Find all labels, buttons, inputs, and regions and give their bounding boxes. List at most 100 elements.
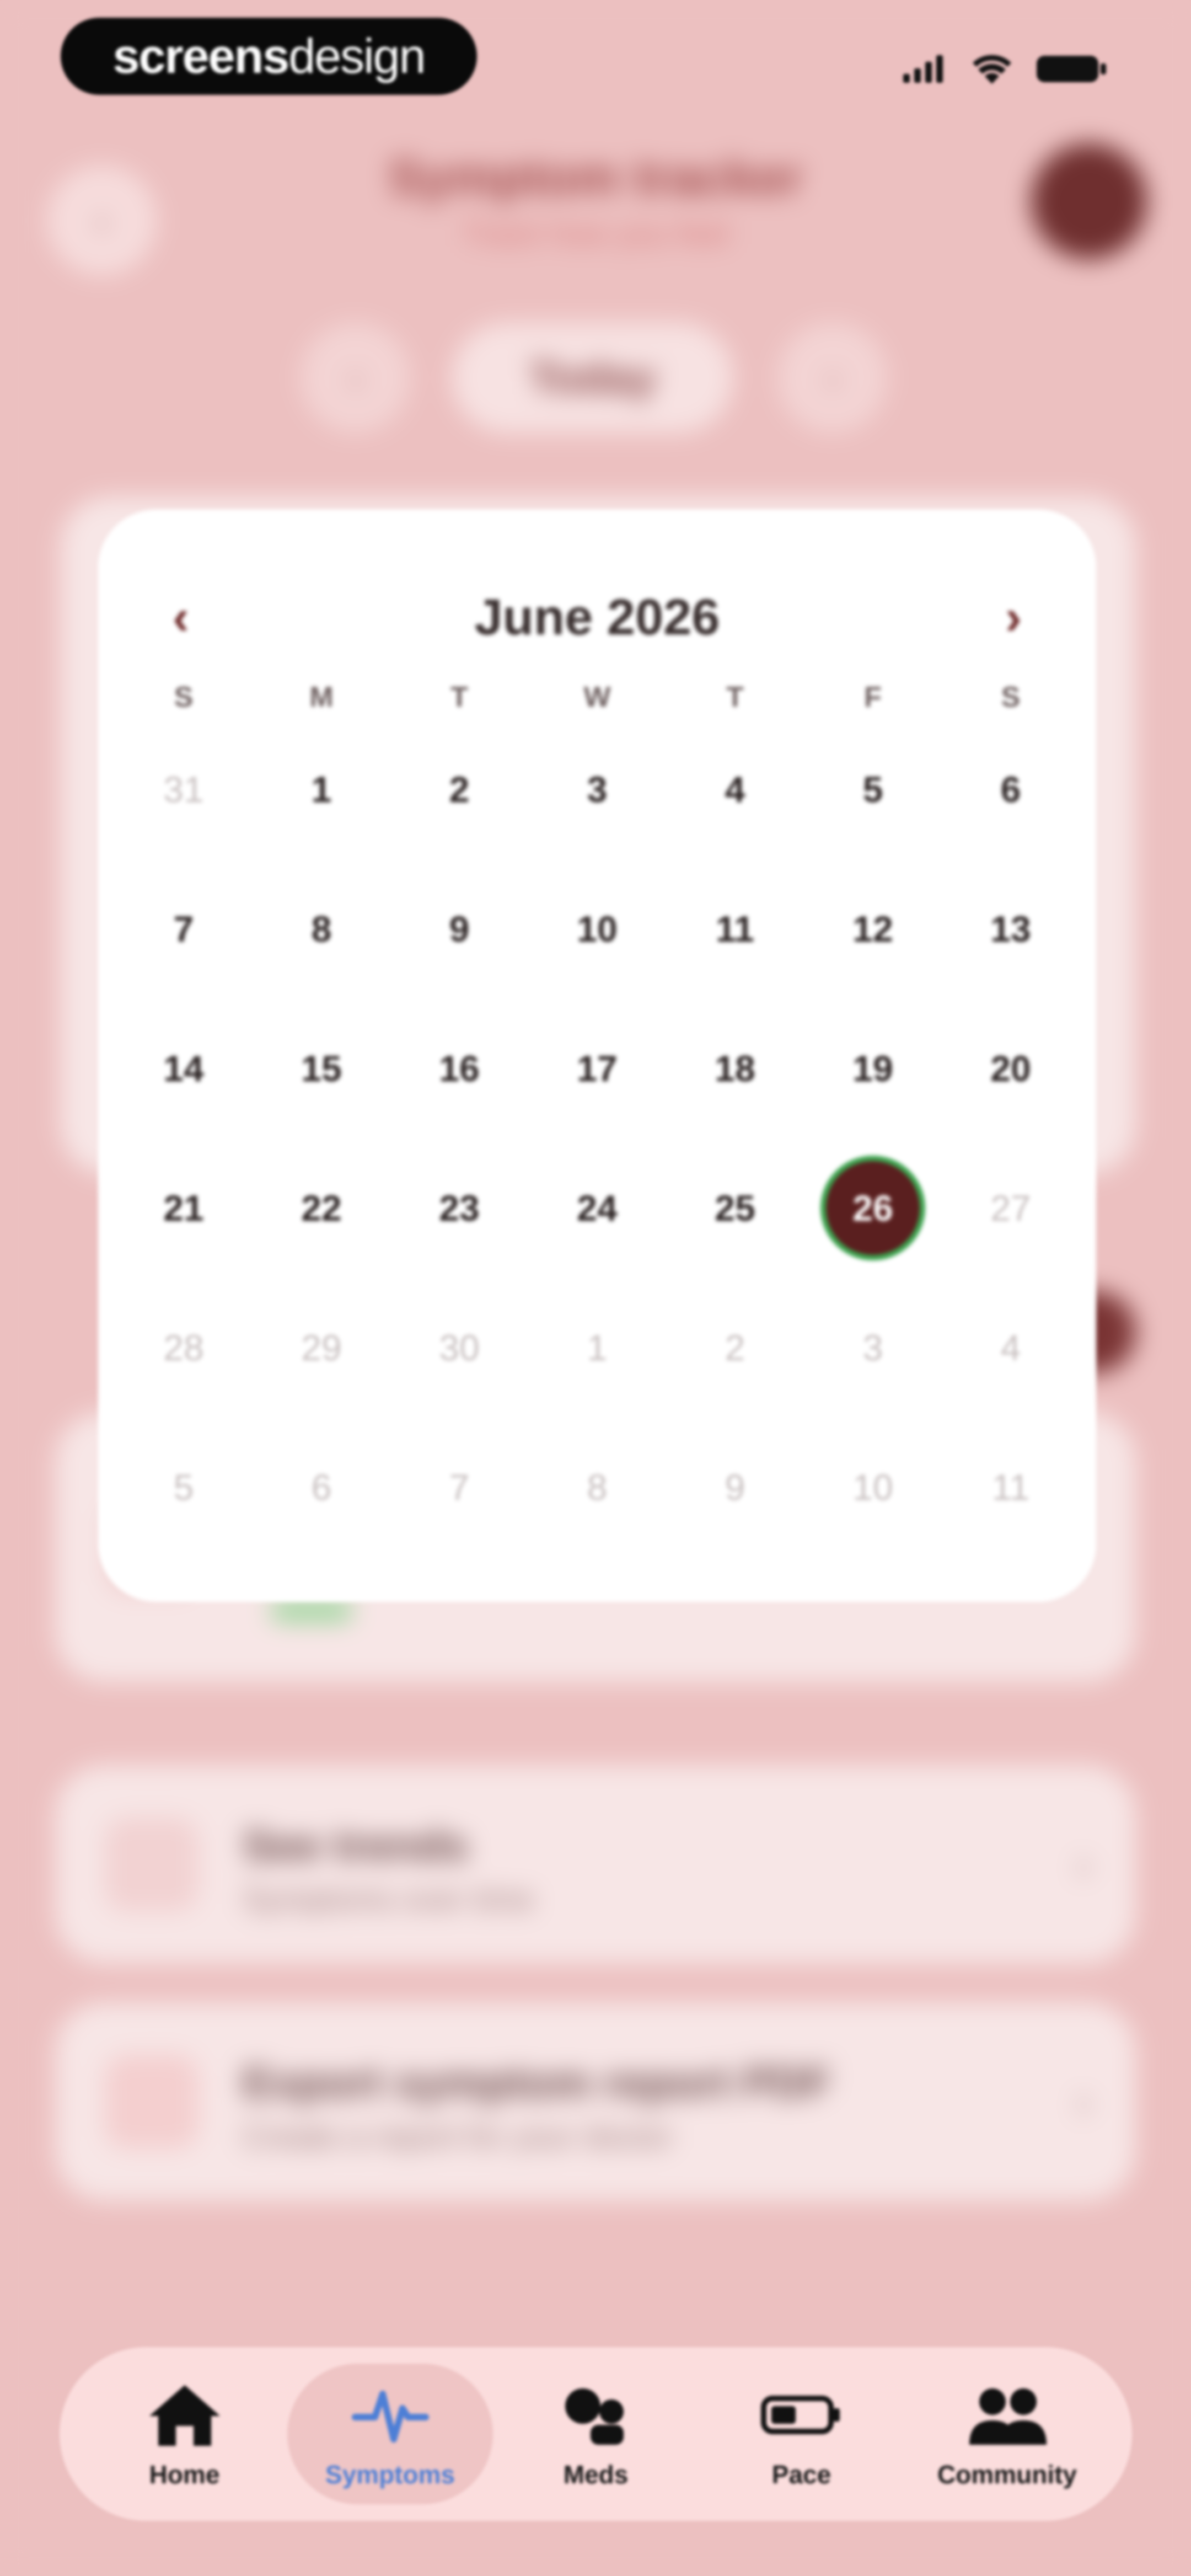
calendar-day[interactable]: 23 [390, 1138, 528, 1278]
battery-status-icon [1037, 56, 1106, 82]
brand-bold-text: screens [112, 29, 289, 83]
day-number: 29 [301, 1327, 342, 1368]
calendar-day[interactable]: 1 [528, 1278, 666, 1417]
day-number: 5 [862, 768, 883, 810]
calendar-day[interactable]: 6 [253, 1417, 390, 1557]
export-report-card[interactable]: Export symptom report PDF Create a repor… [55, 2002, 1136, 2201]
calendar-day[interactable]: 3 [804, 1278, 942, 1417]
export-subtitle: Create a report for your doctor [243, 2119, 673, 2155]
calendar-day[interactable]: 4 [666, 719, 804, 859]
tab-pace[interactable]: Pace [699, 2364, 904, 2504]
day-number: 14 [163, 1047, 204, 1089]
calendar-day[interactable]: 20 [942, 998, 1080, 1138]
weekday-label: T [726, 681, 744, 713]
day-number: 21 [163, 1187, 204, 1228]
calendar-day[interactable]: 10 [804, 1417, 942, 1557]
calendar-day[interactable]: 9 [390, 859, 528, 998]
calendar-day[interactable]: 7 [390, 1417, 528, 1557]
calendar-day[interactable]: 18 [666, 998, 804, 1138]
day-number: 17 [577, 1047, 618, 1089]
calendar-day[interactable]: 6 [942, 719, 1080, 859]
day-number: 25 [715, 1187, 755, 1228]
avatar[interactable] [1031, 143, 1147, 259]
calendar-day[interactable]: 22 [253, 1138, 390, 1278]
home-icon [143, 2379, 226, 2451]
previous-month-button[interactable]: ‹ [148, 576, 214, 659]
chevron-left-icon: ‹ [95, 199, 109, 242]
next-month-button[interactable]: › [980, 576, 1047, 659]
calendar-day[interactable]: 16 [390, 998, 528, 1138]
calendar-day[interactable]: 4 [942, 1278, 1080, 1417]
calendar-day[interactable]: 1 [253, 719, 390, 859]
calendar-day[interactable]: 9 [666, 1417, 804, 1557]
day-number: 8 [587, 1466, 608, 1508]
next-day-button[interactable]: › [777, 323, 888, 433]
calendar-day[interactable]: 5 [804, 719, 942, 859]
day-number: 7 [449, 1466, 470, 1508]
calendar-day[interactable]: 12 [804, 859, 942, 998]
chevron-right-icon: › [1005, 589, 1022, 645]
calendar-day[interactable]: 24 [528, 1138, 666, 1278]
date-selector[interactable]: Today [452, 323, 733, 433]
day-number: 19 [852, 1047, 893, 1089]
tab-label: Symptoms [325, 2460, 455, 2489]
day-number: 7 [173, 908, 194, 949]
pulse-icon [349, 2379, 432, 2451]
tab-symptoms[interactable]: Symptoms [287, 2364, 493, 2504]
calendar-day[interactable]: 15 [253, 998, 390, 1138]
brand-badge: screens design [61, 18, 477, 95]
calendar-day[interactable]: 19 [804, 998, 942, 1138]
weekday-label: S [1001, 681, 1021, 713]
calendar-day[interactable]: 30 [390, 1278, 528, 1417]
day-number: 12 [852, 908, 893, 949]
date-label: Today [529, 353, 656, 402]
tab-community[interactable]: Community [904, 2364, 1110, 2504]
chevron-right-icon: › [826, 356, 839, 399]
back-button[interactable]: ‹ [47, 165, 157, 276]
calendar-day[interactable]: 11 [666, 859, 804, 998]
calendar-day[interactable]: 2 [666, 1278, 804, 1417]
calendar-day[interactable]: 29 [253, 1278, 390, 1417]
day-number: 10 [852, 1466, 893, 1508]
day-number: 11 [991, 1466, 1030, 1508]
calendar-day[interactable]: 17 [528, 998, 666, 1138]
calendar-day[interactable]: 27 [942, 1138, 1080, 1278]
calendar-day[interactable]: 13 [942, 859, 1080, 998]
calendar-day[interactable]: 3 [528, 719, 666, 859]
day-number: 6 [1000, 768, 1021, 810]
previous-day-button[interactable]: ‹ [301, 323, 411, 433]
calendar-day[interactable]: 8 [528, 1417, 666, 1557]
trends-card[interactable]: See trends Symptoms over time › [55, 1765, 1136, 1964]
people-icon [966, 2379, 1049, 2451]
day-number: 3 [587, 768, 608, 810]
day-number: 5 [173, 1466, 194, 1508]
trends-title: See trends [243, 1821, 469, 1870]
day-number: 31 [163, 768, 204, 810]
calendar-grid: 31 1 2 3 4 5 6 7 8 9 10 11 12 13 14 15 16 17 18 19 20 21 22 23 2… [115, 719, 1080, 1557]
calendar-day[interactable]: 14 [115, 998, 253, 1138]
trends-subtitle: Symptoms over time [243, 1882, 534, 1917]
calendar-day[interactable]: 11 [942, 1417, 1080, 1557]
bottom-tab-bar: Home Symptoms Meds Pace Community [60, 2347, 1132, 2521]
day-number: 6 [311, 1466, 332, 1508]
calendar-day-selected[interactable]: 26 [804, 1138, 942, 1278]
page-title: Symptom tracker [388, 149, 803, 206]
calendar-day[interactable]: 8 [253, 859, 390, 998]
calendar-day[interactable]: 25 [666, 1138, 804, 1278]
calendar-day[interactable]: 7 [115, 859, 253, 998]
tab-home[interactable]: Home [82, 2364, 287, 2504]
tab-meds[interactable]: Meds [493, 2364, 699, 2504]
calendar-day[interactable]: 31 [115, 719, 253, 859]
day-number: 9 [449, 908, 470, 949]
calendar-day[interactable]: 2 [390, 719, 528, 859]
calendar-day[interactable]: 10 [528, 859, 666, 998]
day-number: 23 [439, 1187, 480, 1228]
calendar-day[interactable]: 21 [115, 1138, 253, 1278]
severity-indicator [270, 1600, 353, 1622]
day-number: 28 [163, 1327, 204, 1368]
calendar-day[interactable]: 28 [115, 1278, 253, 1417]
weekday-label: T [450, 681, 468, 713]
day-number: 11 [716, 908, 754, 949]
weekday-label: W [583, 681, 611, 713]
calendar-day[interactable]: 5 [115, 1417, 253, 1557]
